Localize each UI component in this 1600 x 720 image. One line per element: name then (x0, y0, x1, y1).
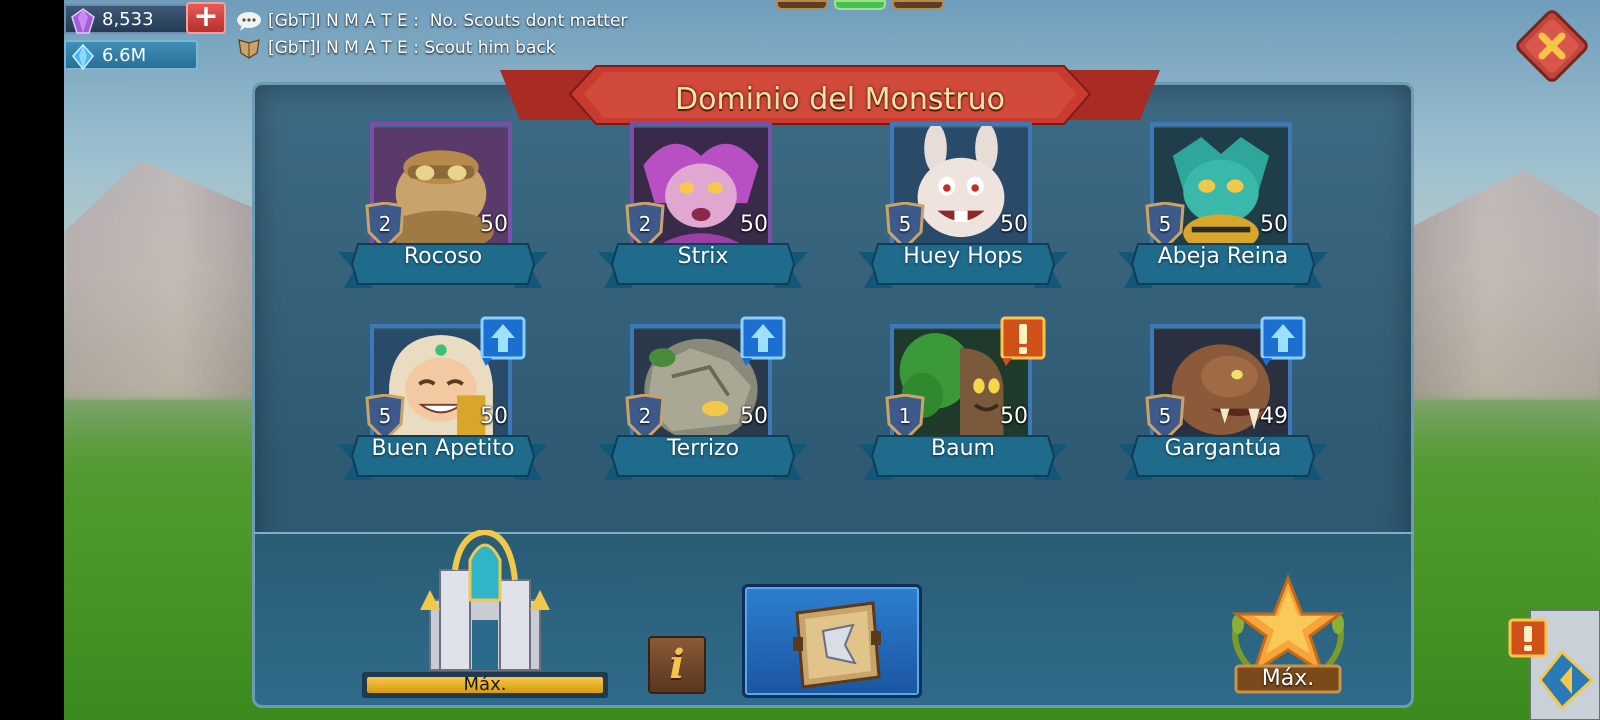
page-indicator (776, 0, 944, 10)
monster-name: Terrizo (666, 436, 740, 461)
monster-power: 50 (1000, 212, 1028, 237)
info-button[interactable]: i (648, 636, 706, 694)
monster-power: 50 (480, 212, 508, 237)
page-dot (776, 0, 828, 10)
chat-message: Scout him back (424, 38, 556, 58)
background-ruin-left (64, 160, 254, 400)
monster-name: Rocoso (403, 244, 483, 269)
monster-power: 49 (1260, 404, 1288, 429)
monster-level: 5 (1158, 404, 1172, 428)
plus-icon: + (193, 0, 219, 34)
chat-sender: [GbT]I N M A T E : (268, 38, 419, 58)
background-ruin-right (1410, 170, 1600, 400)
gems-value: 8,533 (102, 8, 154, 30)
monster-level: 5 (378, 404, 392, 428)
monster-power: 50 (1260, 212, 1288, 237)
chat-message: No. Scouts dont matter (429, 11, 628, 31)
building-progress-bar: Máx. (362, 672, 608, 698)
monster-card-abeja-reina[interactable]: 5 50 Abeja Reina (1118, 122, 1328, 302)
monster-name: Huey Hops (903, 244, 1023, 269)
monster-card-gargantua[interactable]: 5 49 Gargantúa (1118, 316, 1328, 494)
monster-hold-building[interactable] (410, 530, 560, 680)
chat-sender: [GbT]I N M A T E : (268, 11, 419, 31)
guild-crest-icon (238, 39, 260, 59)
blue-crystal-icon (72, 44, 94, 70)
chat-line[interactable]: [GbT]I N M A T E : Scout him back (236, 37, 556, 59)
add-gems-button[interactable]: + (186, 2, 226, 34)
monster-name: Abeja Reina (1157, 244, 1289, 269)
monster-card-terrizo[interactable]: 2 50 Terrizo (598, 316, 808, 494)
monster-card-baum[interactable]: 1 50 Baum (858, 316, 1068, 494)
rank-label: Máx. (1261, 666, 1315, 691)
monster-level: 5 (1158, 212, 1172, 236)
chat-bubble-icon (237, 12, 261, 31)
chat-line[interactable]: [GbT]I N M A T E : No. Scouts dont matte… (236, 10, 627, 32)
side-quest-widget[interactable] (1500, 600, 1600, 720)
monster-level: 2 (638, 404, 652, 428)
monster-card-strix[interactable]: 2 50 Strix (598, 122, 808, 302)
purple-gem-icon (71, 8, 95, 34)
monster-level: 2 (638, 212, 652, 236)
close-button[interactable] (1512, 6, 1592, 86)
page-dot (892, 0, 944, 10)
monster-power: 50 (480, 404, 508, 429)
page-title: Dominio del Monstruo (675, 82, 1005, 117)
upgrade-arrow-icon (1260, 316, 1306, 366)
mana-counter: 6.6M (64, 40, 198, 70)
monster-name: Buen Apetito (371, 436, 515, 461)
close-icon (1516, 10, 1588, 82)
monster-card-rocoso[interactable]: 2 50 Rocoso (338, 122, 548, 302)
monster-level: 2 (378, 212, 392, 236)
monster-name: Gargantúa (1164, 436, 1282, 461)
monster-card-huey-hops[interactable]: 5 50 Huey Hops (858, 122, 1068, 302)
monster-name: Baum (931, 436, 995, 461)
monster-power: 50 (740, 404, 768, 429)
book-icon (793, 601, 881, 689)
mana-value: 6.6M (102, 44, 147, 66)
monster-level: 5 (898, 212, 912, 236)
alert-icon (1000, 316, 1046, 366)
monster-power: 50 (1000, 404, 1028, 429)
monster-card-buen-apetito[interactable]: 5 50 Buen Apetito (338, 316, 548, 494)
monster-book-button[interactable] (742, 584, 922, 698)
info-icon: i (669, 641, 685, 688)
progress-label: Máx. (463, 674, 507, 695)
upgrade-arrow-icon (480, 316, 526, 366)
monster-level: 1 (898, 404, 912, 428)
upgrade-arrow-icon (740, 316, 786, 366)
monster-power: 50 (740, 212, 768, 237)
page-dot-active (834, 0, 886, 10)
monster-name: Strix (677, 244, 729, 269)
